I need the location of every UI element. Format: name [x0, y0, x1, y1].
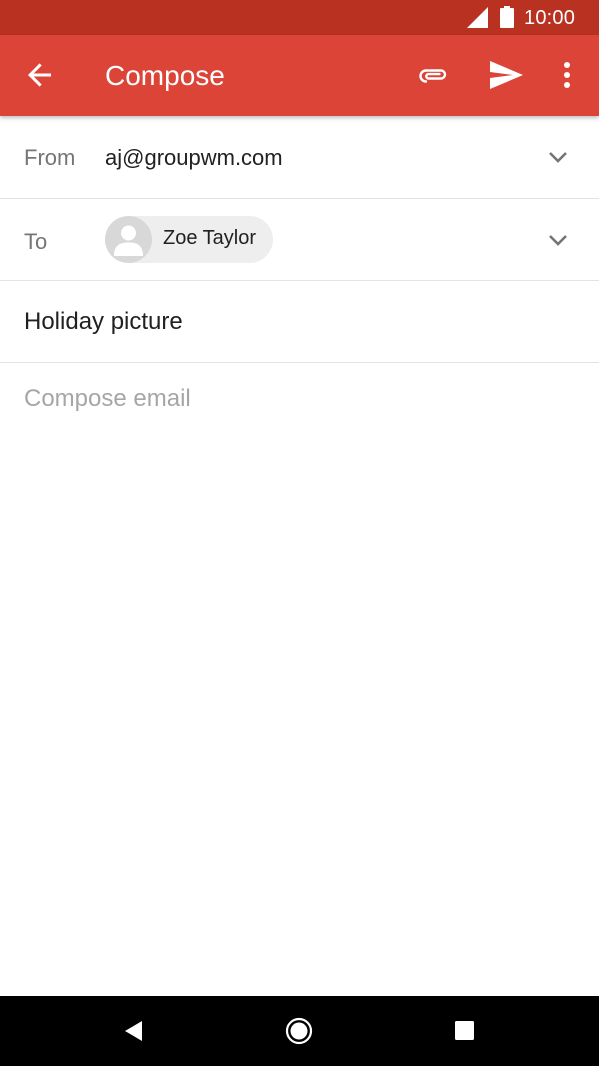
- from-account[interactable]: aj@groupwm.com: [105, 145, 283, 171]
- battery-icon: [500, 6, 514, 28]
- recipient-chip[interactable]: Zoe Taylor: [105, 216, 273, 263]
- status-bar: 10:00: [0, 0, 599, 35]
- nav-home-icon[interactable]: [285, 1017, 313, 1045]
- recipient-name: Zoe Taylor: [163, 227, 257, 249]
- subject-row[interactable]: Holiday picture: [0, 281, 599, 363]
- more-vert-icon[interactable]: [552, 57, 582, 93]
- signal-icon: [467, 7, 488, 28]
- nav-back-icon[interactable]: [122, 1019, 144, 1043]
- app-bar: Compose: [0, 35, 599, 116]
- from-row[interactable]: From aj@groupwm.com: [0, 116, 599, 199]
- page-title: Compose: [105, 60, 225, 91]
- nav-recents-icon[interactable]: [455, 1021, 474, 1040]
- avatar: [105, 216, 152, 263]
- paperclip-icon[interactable]: [416, 57, 452, 93]
- send-icon[interactable]: [487, 57, 525, 93]
- chevron-down-icon[interactable]: [544, 143, 572, 171]
- compose-body-input[interactable]: Compose email: [24, 385, 191, 413]
- system-nav-bar: [0, 996, 599, 1066]
- to-label: To: [24, 229, 48, 254]
- person-icon: [114, 225, 143, 256]
- status-time: 10:00: [524, 7, 576, 29]
- subject-field[interactable]: Holiday picture: [24, 308, 183, 336]
- chevron-down-icon[interactable]: [544, 226, 572, 254]
- to-row[interactable]: To Zoe Taylor: [0, 199, 599, 281]
- from-label: From: [24, 145, 76, 170]
- back-arrow-icon[interactable]: [22, 57, 58, 93]
